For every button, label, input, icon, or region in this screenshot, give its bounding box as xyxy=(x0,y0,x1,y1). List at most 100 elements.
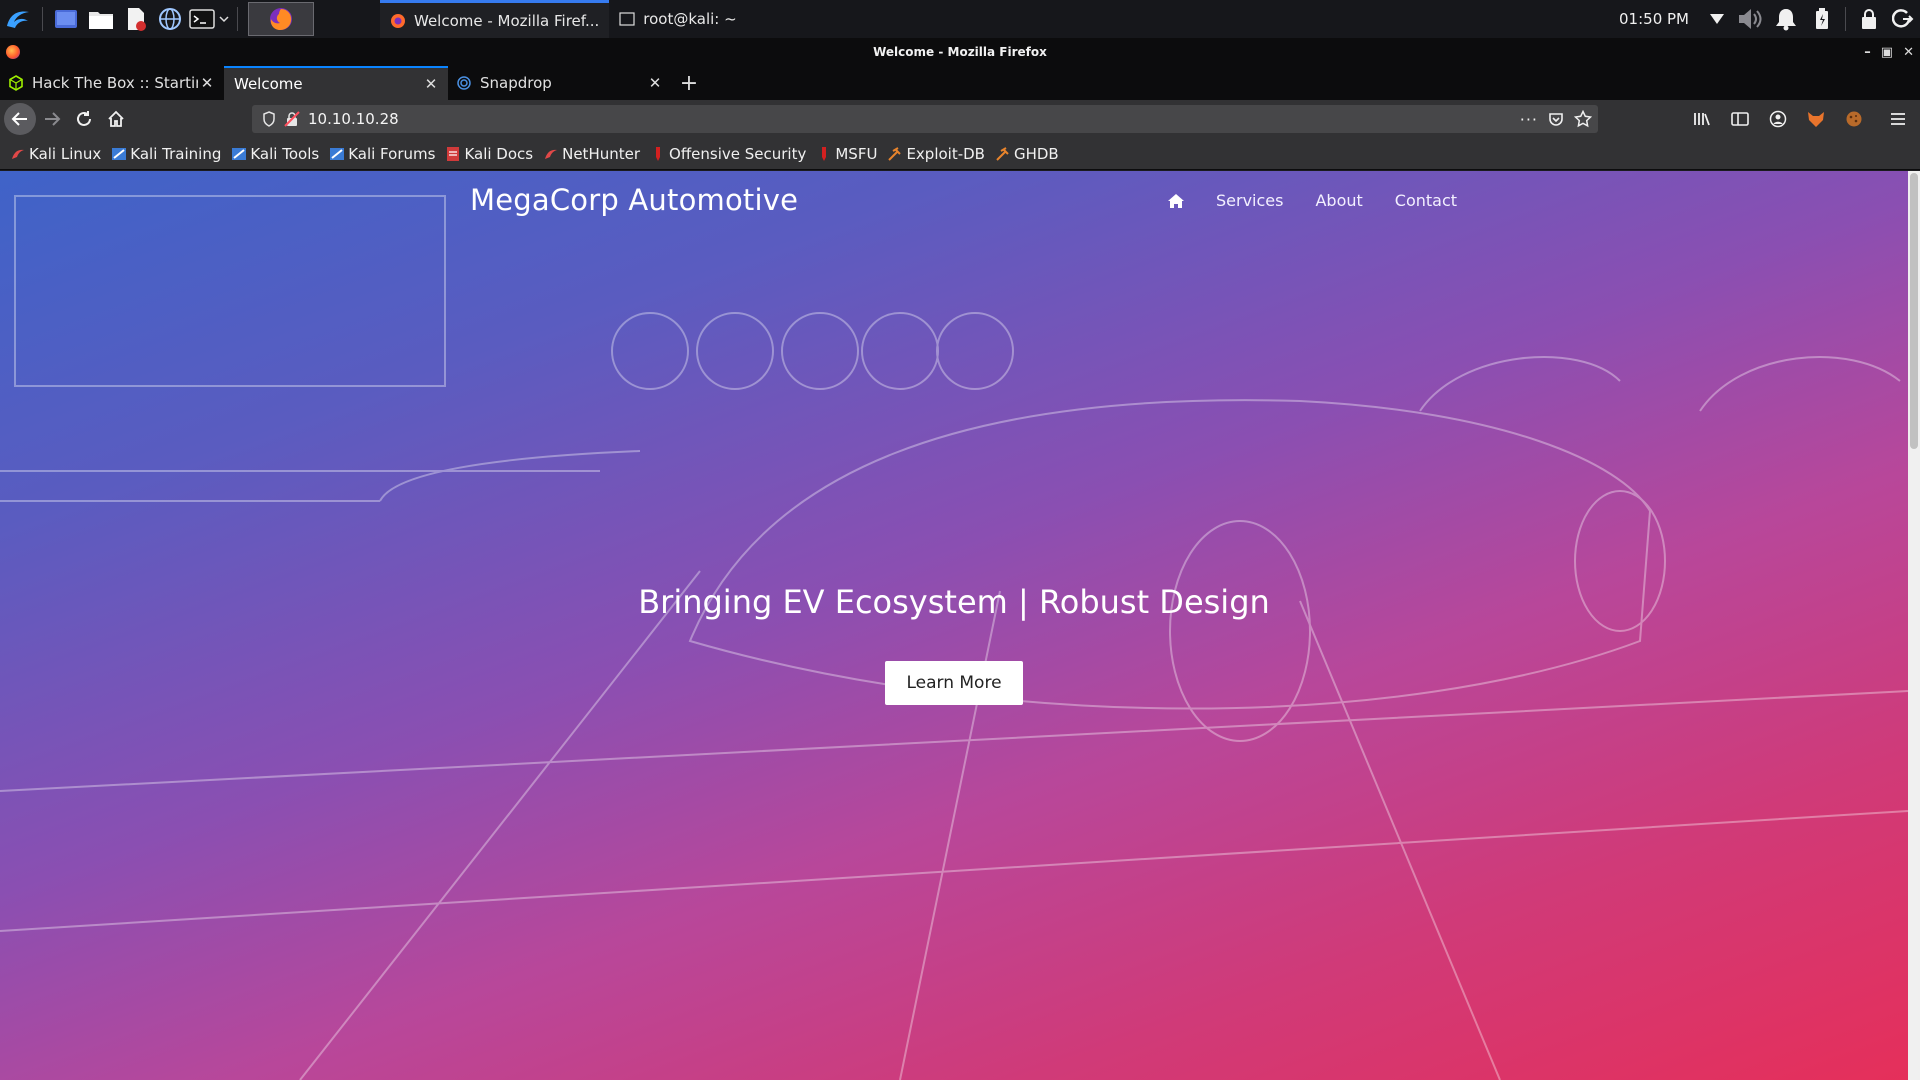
window-titlebar: Welcome - Mozilla Firefox – ▣ ✕ xyxy=(0,38,1920,66)
kali-menu-icon[interactable] xyxy=(0,0,36,38)
volume-icon[interactable] xyxy=(1733,0,1767,38)
taskbar-terminal[interactable]: root@kali: ~ xyxy=(609,0,746,38)
notifications-icon[interactable] xyxy=(1767,0,1805,38)
battery-icon[interactable] xyxy=(1805,0,1839,38)
minimize-icon[interactable]: – xyxy=(1864,45,1871,60)
bookmark-label: Kali Tools xyxy=(250,144,320,163)
forward-button[interactable] xyxy=(36,103,68,135)
ghdb-icon xyxy=(996,146,1009,161)
sidebar-icon[interactable] xyxy=(1724,103,1756,135)
nav-services-link[interactable]: Services xyxy=(1216,191,1283,210)
bookmark-label: MSFU xyxy=(835,144,878,163)
bookmark-ghdb[interactable]: GHDB xyxy=(995,145,1059,163)
new-tab-button[interactable]: + xyxy=(672,66,706,100)
clock[interactable]: 01:50 PM xyxy=(1607,10,1701,28)
exploit-db-icon xyxy=(888,146,902,161)
close-icon[interactable]: ✕ xyxy=(1903,45,1914,60)
bookmarks-toolbar: Kali Linux Kali Training Kali Tools Kali… xyxy=(0,138,1920,170)
showroom-background-image xyxy=(0,195,1908,1080)
bookmark-label: Offensive Security xyxy=(669,144,807,163)
tab-label: Snapdrop xyxy=(480,74,552,92)
nethunter-icon xyxy=(545,149,558,159)
tab-snapdrop[interactable]: Snapdrop ✕ xyxy=(448,66,672,100)
arrow-left-icon xyxy=(11,112,27,126)
firefox-icon xyxy=(391,13,405,28)
bookmark-star-icon[interactable] xyxy=(1574,110,1592,128)
url-bar[interactable]: 10.10.10.28 ··· xyxy=(252,105,1598,133)
close-tab-icon[interactable]: ✕ xyxy=(646,74,664,92)
tab-label: Hack The Box :: Starting P xyxy=(32,74,198,92)
navigation-toolbar: 10.10.10.28 ··· xyxy=(0,100,1920,138)
bookmark-kali-training[interactable]: Kali Training xyxy=(111,145,221,163)
taskbar-firefox[interactable]: Welcome - Mozilla Firef... xyxy=(380,0,610,38)
page-actions-icon[interactable]: ··· xyxy=(1520,110,1538,129)
offsec-icon xyxy=(656,146,661,161)
terminal-icon xyxy=(619,12,635,26)
browser-globe-icon[interactable] xyxy=(153,0,187,38)
close-tab-icon[interactable]: ✕ xyxy=(422,75,440,93)
url-text[interactable]: 10.10.10.28 xyxy=(308,110,399,128)
file-manager-icon[interactable] xyxy=(83,0,119,38)
logout-icon[interactable] xyxy=(1886,0,1920,38)
window-title: Welcome - Mozilla Firefox xyxy=(873,45,1047,59)
bookmark-offensive-security[interactable]: Offensive Security xyxy=(650,145,806,163)
home-icon[interactable] xyxy=(1168,193,1184,208)
extension-cookie-icon[interactable] xyxy=(1838,103,1870,135)
taskbar-item-label: Welcome - Mozilla Firef... xyxy=(414,11,600,30)
workspace-switcher[interactable] xyxy=(248,2,314,36)
extension-fox-icon[interactable] xyxy=(1800,103,1832,135)
reload-icon xyxy=(77,111,91,126)
bookmark-msfu[interactable]: MSFU xyxy=(816,145,877,163)
learn-more-button[interactable]: Learn More xyxy=(885,661,1023,705)
lock-screen-icon[interactable] xyxy=(1852,0,1886,38)
network-icon[interactable] xyxy=(1701,0,1733,38)
kali-training-icon xyxy=(112,147,127,160)
tab-label: Welcome xyxy=(234,75,303,93)
site-brand[interactable]: MegaCorp Automotive xyxy=(470,183,798,217)
bookmark-kali-linux[interactable]: Kali Linux xyxy=(10,145,101,163)
back-button[interactable] xyxy=(4,103,36,135)
bookmark-kali-docs[interactable]: Kali Docs xyxy=(445,145,533,163)
bookmark-label: Kali Training xyxy=(130,144,222,163)
reload-button[interactable] xyxy=(68,103,100,135)
site-navigation: Services About Contact xyxy=(1168,191,1457,210)
text-editor-icon[interactable] xyxy=(119,0,153,38)
page-scrollbar[interactable] xyxy=(1908,171,1920,1080)
scrollbar-thumb[interactable] xyxy=(1910,173,1918,449)
panel-separator xyxy=(1845,7,1846,31)
firefox-icon xyxy=(6,45,20,59)
insecure-lock-icon[interactable] xyxy=(284,111,300,127)
bookmark-label: Kali Linux xyxy=(29,144,102,163)
plus-icon: + xyxy=(679,70,699,96)
bookmark-kali-tools[interactable]: Kali Tools xyxy=(231,145,319,163)
taskbar-item-label: root@kali: ~ xyxy=(643,10,737,28)
bookmark-nethunter[interactable]: NetHunter xyxy=(543,145,640,163)
workspace-icon[interactable] xyxy=(49,0,83,38)
account-icon[interactable] xyxy=(1762,103,1794,135)
hero-headline: Bringing EV Ecosystem | Robust Design xyxy=(638,583,1270,621)
page-viewport: MegaCorp Automotive Services About Conta… xyxy=(0,171,1920,1080)
firefox-icon xyxy=(270,8,292,30)
shield-icon[interactable] xyxy=(262,111,276,127)
nav-about-link[interactable]: About xyxy=(1315,191,1362,210)
arrow-right-icon xyxy=(45,112,61,126)
tab-strip: Hack The Box :: Starting P ✕ Welcome ✕ S… xyxy=(0,66,1920,100)
snapdrop-icon xyxy=(457,76,471,90)
chevron-down-icon[interactable] xyxy=(217,0,231,38)
terminal-icon[interactable] xyxy=(187,0,217,38)
bookmark-kali-forums[interactable]: Kali Forums xyxy=(329,145,435,163)
library-icon[interactable] xyxy=(1686,103,1718,135)
nav-contact-link[interactable]: Contact xyxy=(1395,191,1457,210)
tab-welcome[interactable]: Welcome ✕ xyxy=(224,66,448,100)
kali-forums-icon xyxy=(330,147,345,160)
maximize-icon[interactable]: ▣ xyxy=(1881,45,1893,60)
bookmark-exploit-db[interactable]: Exploit-DB xyxy=(887,145,985,163)
close-tab-icon[interactable]: ✕ xyxy=(198,74,216,92)
bookmark-label: NetHunter xyxy=(562,144,641,163)
hackthebox-icon xyxy=(9,75,23,91)
hamburger-menu-icon[interactable] xyxy=(1882,103,1914,135)
hero-section: MegaCorp Automotive Services About Conta… xyxy=(0,171,1908,1080)
tab-hackthebox[interactable]: Hack The Box :: Starting P ✕ xyxy=(0,66,224,100)
pocket-icon[interactable] xyxy=(1548,111,1564,127)
home-button[interactable] xyxy=(100,103,132,135)
